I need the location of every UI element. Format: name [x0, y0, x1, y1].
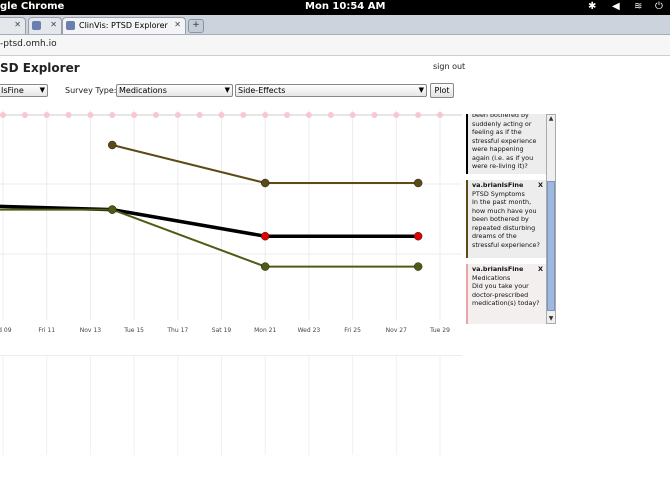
- tab-clinvis[interactable]: ClinVis: PTSD Explorer ✕: [62, 17, 186, 34]
- note-user: va.brianIsFine: [472, 181, 524, 189]
- survey-type-select[interactable]: Medications ▼: [116, 84, 233, 97]
- x-tick-label: Thu 17: [166, 327, 188, 334]
- note-category: PTSD Symptoms: [472, 189, 525, 198]
- medication-marker: [174, 112, 181, 118]
- medication-marker: [393, 112, 400, 118]
- medication-marker: [0, 112, 6, 118]
- note-question: been bothered by suddenly acting or feel…: [472, 114, 537, 170]
- medication-marker: [109, 112, 116, 118]
- notes-scrollbar[interactable]: ▲ ▼: [546, 114, 556, 324]
- accessibility-icon[interactable]: ✱: [588, 1, 596, 12]
- medication-marker: [327, 112, 334, 118]
- url-text[interactable]: -ptsd.omh.io: [0, 39, 57, 49]
- survey-type-label: Survey Type:: [65, 86, 117, 95]
- system-top-bar: gle Chrome Mon 10:54 AM ✱ ◀ ≋ ⏻: [0, 0, 670, 15]
- medication-marker: [305, 112, 312, 118]
- active-app-name: gle Chrome: [0, 1, 65, 12]
- data-point: [108, 205, 117, 214]
- plot-button[interactable]: Plot: [430, 83, 454, 98]
- data-point: [260, 178, 270, 188]
- scrollbar-thumb[interactable]: [547, 181, 555, 311]
- address-bar[interactable]: -ptsd.omh.io: [0, 35, 670, 56]
- medication-marker: [284, 112, 291, 118]
- question-select[interactable]: Side-Effects ▼: [235, 84, 427, 97]
- medication-marker: [131, 112, 138, 118]
- tab-label: ClinVis: PTSD Explorer: [79, 21, 168, 30]
- note-question: Did you take your doctor-prescribed medi…: [472, 282, 540, 307]
- note-question: In the past month, how much have you bee…: [472, 198, 540, 249]
- question-select-value: Side-Effects: [238, 86, 286, 95]
- x-tick-label: Fri 25: [344, 327, 361, 334]
- tab-close-icon[interactable]: ✕: [14, 20, 21, 29]
- medication-marker: [262, 112, 269, 118]
- note-category: Medications: [472, 273, 511, 282]
- medication-marker: [43, 112, 50, 118]
- x-tick-label: ed 09: [0, 327, 12, 334]
- new-tab-button[interactable]: +: [188, 19, 204, 33]
- wifi-icon[interactable]: ≋: [634, 1, 642, 12]
- medication-marker: [21, 112, 28, 118]
- dropdown-arrow-icon: ▼: [39, 86, 45, 94]
- x-tick-label: Fri 11: [38, 327, 55, 334]
- medication-marker: [196, 112, 203, 118]
- medication-marker: [65, 112, 72, 118]
- tab-1[interactable]: ✕: [0, 17, 26, 34]
- survey-type-value: Medications: [119, 86, 167, 95]
- medication-marker: [437, 112, 443, 118]
- power-icon[interactable]: ⏻: [655, 1, 663, 12]
- sign-out-link[interactable]: sign out: [433, 62, 465, 71]
- series-line: [0, 208, 419, 268]
- x-tick-label: Mon 21: [254, 327, 276, 334]
- page-title: SD Explorer: [0, 61, 80, 75]
- x-tick-label: Nov 13: [80, 327, 101, 334]
- x-tick-label: Sat 19: [212, 327, 232, 334]
- note-card[interactable]: X va.brianIsFine Medications Did you tak…: [466, 264, 546, 324]
- note-card[interactable]: X va.brianIsFine PTSD Symptoms In the pa…: [466, 180, 546, 258]
- medication-marker: [218, 112, 225, 118]
- medication-marker: [415, 112, 422, 118]
- medication-marker: [349, 112, 356, 118]
- x-tick-label: Nov 27: [386, 327, 407, 334]
- x-tick-label: Tue 15: [123, 327, 144, 334]
- tab-close-icon[interactable]: ✕: [174, 20, 181, 29]
- notes-panel: been bothered by suddenly acting or feel…: [466, 114, 546, 324]
- page-favicon-icon: [66, 21, 75, 30]
- note-user: va.brianIsFine: [472, 265, 524, 273]
- data-point: [413, 262, 423, 271]
- medication-marker: [87, 112, 94, 118]
- volume-icon[interactable]: ◀: [612, 1, 620, 12]
- tab-2[interactable]: ✕: [28, 17, 62, 34]
- data-point: [260, 231, 270, 241]
- x-tick-label: Wed 23: [298, 327, 321, 334]
- dropdown-arrow-icon: ▼: [418, 86, 424, 94]
- close-icon[interactable]: X: [538, 181, 543, 190]
- user-select-value: IsFine: [1, 86, 24, 95]
- medication-marker: [371, 112, 378, 118]
- medication-marker: [240, 112, 247, 118]
- timeline-chart: ed 09 Fri 11 Nov 13 Tue 15 Thu 17 Sat 19 Mon 2…: [0, 110, 462, 334]
- secondary-chart: [0, 355, 462, 455]
- tab-close-icon[interactable]: ✕: [50, 20, 57, 29]
- data-point: [413, 231, 423, 241]
- data-point: [260, 262, 270, 271]
- x-tick-label: Tue 29: [429, 327, 450, 334]
- data-point: [108, 140, 117, 150]
- note-card[interactable]: been bothered by suddenly acting or feel…: [466, 114, 546, 174]
- user-select[interactable]: IsFine ▼: [0, 84, 48, 97]
- scroll-down-icon[interactable]: ▼: [547, 315, 555, 323]
- medication-marker: [152, 112, 159, 118]
- scroll-up-icon[interactable]: ▲: [547, 115, 555, 123]
- page-favicon-icon: [32, 21, 41, 30]
- clock[interactable]: Mon 10:54 AM: [305, 1, 385, 12]
- close-icon[interactable]: X: [538, 265, 543, 274]
- tab-strip: ✕ ✕ ClinVis: PTSD Explorer ✕ +: [0, 15, 670, 35]
- data-point: [413, 178, 423, 188]
- dropdown-arrow-icon: ▼: [224, 86, 230, 94]
